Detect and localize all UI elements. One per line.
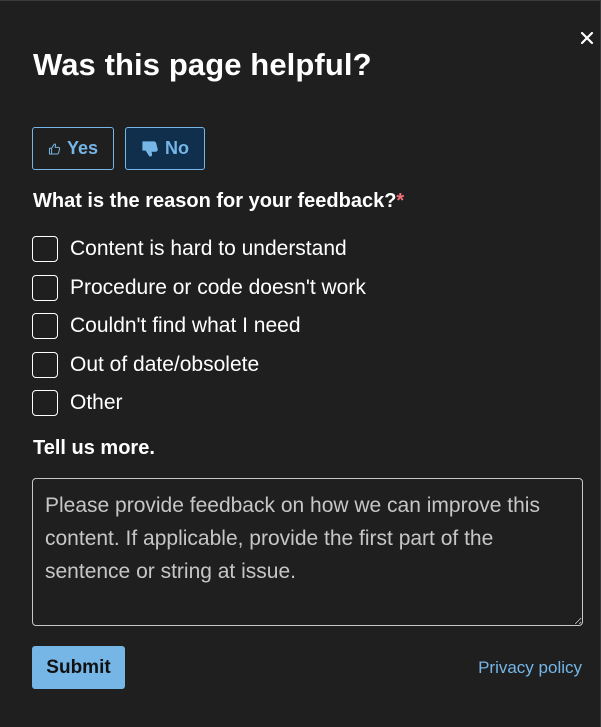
reason-option-label: Other — [70, 391, 123, 415]
reason-option[interactable]: Procedure or code doesn't work — [32, 269, 366, 308]
feedback-dialog: Was this page helpful? Yes No What is th… — [0, 0, 601, 727]
yes-button[interactable]: Yes — [32, 127, 114, 170]
thumbs-down-icon — [142, 140, 158, 156]
yes-label: Yes — [66, 138, 98, 158]
checkbox[interactable] — [32, 351, 58, 378]
checkbox[interactable] — [32, 236, 58, 263]
no-button[interactable]: No — [125, 127, 205, 170]
thumbs-up-icon — [48, 143, 61, 155]
reason-question-text: What is the reason for your feedback? — [33, 190, 397, 212]
reason-option-label: Couldn't find what I need — [70, 314, 301, 338]
vote-buttons: Yes No — [32, 127, 205, 170]
reason-option[interactable]: Other — [32, 384, 366, 423]
required-marker: * — [396, 190, 405, 212]
tell-more-label: Tell us more. — [33, 437, 155, 459]
reason-option-label: Out of date/obsolete — [70, 352, 260, 376]
reason-option[interactable]: Content is hard to understand — [32, 230, 366, 269]
no-label: No — [165, 138, 189, 158]
checkbox[interactable] — [32, 313, 58, 340]
submit-button[interactable]: Submit — [32, 646, 125, 689]
checkbox[interactable] — [32, 274, 58, 301]
reason-question: What is the reason for your feedback?* — [33, 190, 404, 213]
close-icon — [580, 31, 594, 45]
close-button[interactable] — [576, 27, 598, 49]
reason-option[interactable]: Out of date/obsolete — [32, 346, 366, 385]
privacy-policy-link[interactable]: Privacy policy — [478, 658, 582, 678]
feedback-textarea[interactable] — [32, 478, 583, 626]
reason-option[interactable]: Couldn't find what I need — [32, 307, 366, 346]
dialog-title: Was this page helpful? — [33, 47, 372, 82]
reason-options: Content is hard to understand Procedure … — [32, 230, 366, 423]
checkbox[interactable] — [32, 390, 58, 417]
reason-option-label: Content is hard to understand — [70, 237, 347, 261]
reason-option-label: Procedure or code doesn't work — [70, 275, 366, 299]
